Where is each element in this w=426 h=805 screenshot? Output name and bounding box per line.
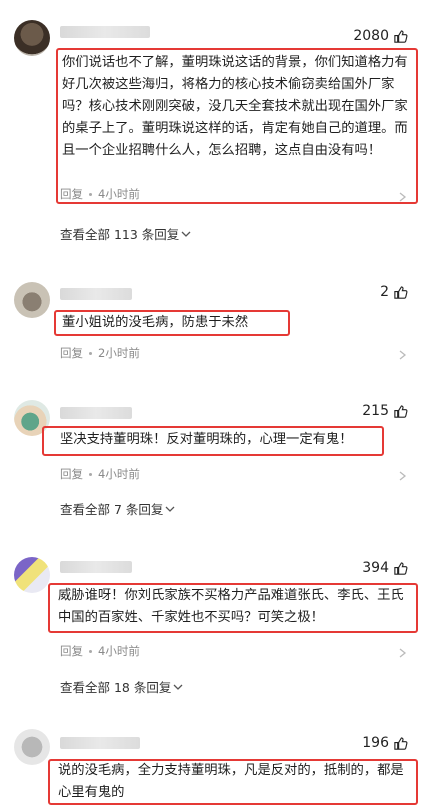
comment-text: 董小姐说的没毛病，防患于未然 <box>62 315 249 330</box>
like-button[interactable]: 394 <box>362 560 408 576</box>
comment-text: 说的没毛病，全力支持董明珠，凡是反对的，抵制的，都是心里有鬼的 <box>58 763 404 800</box>
view-replies-label: 查看全部 7 条回复 <box>60 502 164 517</box>
username[interactable] <box>60 737 140 749</box>
comment-item: 196 说的没毛病，全力支持董明珠，凡是反对的，抵制的，都是心里有鬼的 <box>0 725 426 805</box>
comment-item: 2 董小姐说的没毛病，防患于未然 回复 2小时前 <box>0 270 426 380</box>
more-options-icon[interactable] <box>398 192 408 202</box>
comment-text: 坚决支持董明珠！反对董明珠的，心理一定有鬼！ <box>60 432 353 447</box>
view-replies-link[interactable]: 查看全部 18 条回复 <box>60 677 183 696</box>
view-replies-link[interactable]: 查看全部 7 条回复 <box>60 499 175 518</box>
comment-item: 394 威胁谁呀！你刘氏家族不买格力产品难道张氏、李氏、王氏中国的百家姓、千家姓… <box>0 545 426 705</box>
chevron-down-icon <box>165 506 175 512</box>
separator-dot <box>89 192 92 196</box>
chevron-down-icon <box>181 231 191 237</box>
view-replies-label: 查看全部 113 条回复 <box>60 227 180 242</box>
like-count: 394 <box>362 560 389 576</box>
comment-meta: 回复 4小时前 <box>60 186 140 202</box>
reply-button[interactable]: 回复 <box>60 186 83 202</box>
comment-meta: 回复 2小时前 <box>60 345 140 361</box>
thumbs-up-icon <box>394 285 408 299</box>
separator-dot <box>89 649 92 653</box>
separator-dot <box>89 472 92 476</box>
comment-meta: 回复 4小时前 <box>60 643 140 659</box>
like-button[interactable]: 2 <box>380 284 408 300</box>
avatar[interactable] <box>14 20 50 56</box>
like-button[interactable]: 2080 <box>353 28 408 44</box>
username[interactable] <box>60 288 132 300</box>
comment-meta: 回复 4小时前 <box>60 466 140 482</box>
view-replies-link[interactable]: 查看全部 113 条回复 <box>60 224 191 243</box>
reply-button[interactable]: 回复 <box>60 345 83 361</box>
thumbs-up-icon <box>394 404 408 418</box>
comment-text: 你们说话也不了解，董明珠说这话的背景，你们知道格力有好几次被这些海归，将格力的核… <box>62 55 408 158</box>
like-count: 2080 <box>353 28 389 44</box>
reply-button[interactable]: 回复 <box>60 643 83 659</box>
username[interactable] <box>60 561 132 573</box>
separator-dot <box>89 351 92 355</box>
timestamp: 4小时前 <box>98 467 140 481</box>
avatar[interactable] <box>14 729 50 765</box>
like-count: 2 <box>380 284 389 300</box>
avatar[interactable] <box>14 282 50 318</box>
thumbs-up-icon <box>394 561 408 575</box>
comment-item: 2080 你们说话也不了解，董明珠说这话的背景，你们知道格力有好几次被这些海归，… <box>0 0 426 250</box>
more-options-icon[interactable] <box>398 648 408 658</box>
thumbs-up-icon <box>394 29 408 43</box>
more-options-icon[interactable] <box>398 471 408 481</box>
view-replies-label: 查看全部 18 条回复 <box>60 680 172 695</box>
avatar[interactable] <box>14 557 50 593</box>
like-button[interactable]: 215 <box>362 403 408 419</box>
comment-text: 威胁谁呀！你刘氏家族不买格力产品难道张氏、李氏、王氏中国的百家姓、千家姓也不买吗… <box>58 588 404 625</box>
like-count: 196 <box>362 735 389 751</box>
username[interactable] <box>60 26 150 38</box>
chevron-down-icon <box>173 684 183 690</box>
like-button[interactable]: 196 <box>362 735 408 751</box>
more-options-icon[interactable] <box>398 350 408 360</box>
comment-item: 215 坚决支持董明珠！反对董明珠的，心理一定有鬼！ 回复 4小时前 查看全部 … <box>0 395 426 525</box>
username[interactable] <box>60 407 132 419</box>
like-count: 215 <box>362 403 389 419</box>
timestamp: 2小时前 <box>98 346 140 360</box>
thumbs-up-icon <box>394 736 408 750</box>
reply-button[interactable]: 回复 <box>60 466 83 482</box>
timestamp: 4小时前 <box>98 644 140 658</box>
timestamp: 4小时前 <box>98 187 140 201</box>
